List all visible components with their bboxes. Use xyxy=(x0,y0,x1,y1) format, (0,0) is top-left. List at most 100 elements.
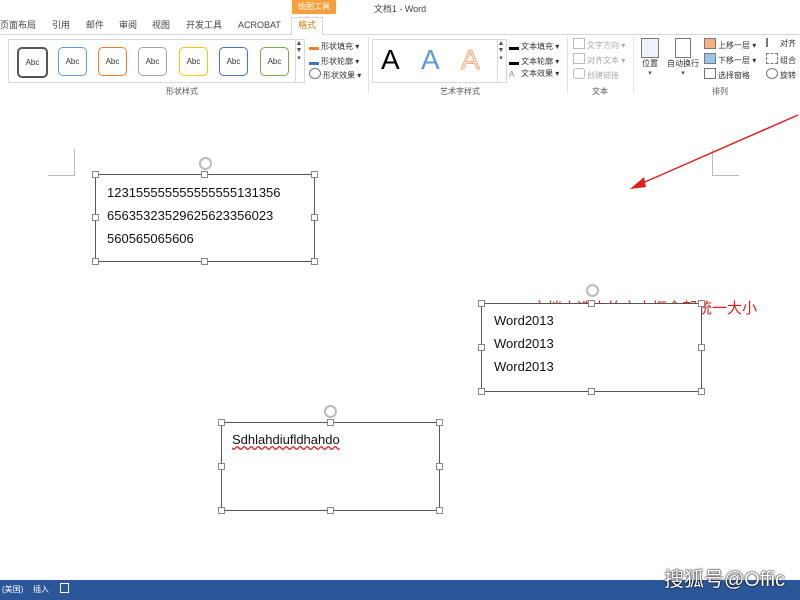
ribbon-tabs: 页面布局 引用 邮件 审阅 视图 开发工具 ACROBAT 格式 xyxy=(0,16,800,36)
resize-handle[interactable] xyxy=(478,300,485,307)
text-effects-label: 文本效果 xyxy=(521,69,553,78)
text-fill-icon xyxy=(509,38,519,50)
resize-handle[interactable] xyxy=(698,300,705,307)
text-outline-button[interactable]: 文本轮廓 ▾ xyxy=(509,53,559,66)
page-corner-mark xyxy=(48,149,75,176)
group-icon xyxy=(766,53,778,64)
wordart-style-black[interactable]: A xyxy=(381,44,400,76)
shape-fill-button[interactable]: 形状填充 ▾ xyxy=(309,38,359,51)
shape-effects-label: 形状效果 xyxy=(323,71,355,80)
rotate-handle[interactable] xyxy=(586,284,599,297)
group-label: 组合 xyxy=(780,56,796,65)
shape-style-swatch[interactable]: Abc xyxy=(179,47,208,76)
shape-styles-group-label: 形状样式 xyxy=(166,87,198,96)
resize-handle[interactable] xyxy=(311,214,318,221)
tab-references[interactable]: 引用 xyxy=(52,18,70,32)
resize-handle[interactable] xyxy=(201,258,208,265)
position-button[interactable]: 位置 ▾ xyxy=(638,38,662,77)
wordart-style-orange-outline[interactable]: A xyxy=(461,44,481,76)
resize-handle[interactable] xyxy=(478,388,485,395)
text-effects-button[interactable]: A 文本效果 ▾ xyxy=(509,68,559,80)
text-box-line: Word2013 xyxy=(494,313,554,328)
selection-pane-button[interactable]: 选择窗格 xyxy=(704,68,750,80)
tab-view[interactable]: 视图 xyxy=(152,18,170,32)
gallery-more-button[interactable]: ▲ ▼ ▾ xyxy=(294,39,305,83)
create-link-button[interactable]: 创建链接 xyxy=(573,68,619,80)
shape-style-swatch[interactable]: Abc xyxy=(58,47,87,76)
resize-handle[interactable] xyxy=(92,171,99,178)
pencil-icon xyxy=(309,53,319,65)
resize-handle[interactable] xyxy=(327,419,334,426)
resize-handle[interactable] xyxy=(436,419,443,426)
text-outline-icon xyxy=(509,53,519,65)
text-direction-button[interactable]: 文字方向 ▾ xyxy=(573,38,625,50)
text-box-line: Word2013 xyxy=(494,336,554,351)
shape-style-swatch[interactable]: Abc xyxy=(17,47,48,78)
macro-record-icon[interactable] xyxy=(60,583,69,593)
text-direction-label: 文字方向 xyxy=(587,41,619,50)
shape-style-swatch[interactable]: Abc xyxy=(98,47,127,76)
ribbon: Abc Abc Abc Abc Abc Abc Abc ▲ ▼ ▾ 形状填充 ▾ 形… xyxy=(0,35,800,98)
shape-effects-button[interactable]: 形状效果 ▾ xyxy=(309,68,361,80)
group-divider xyxy=(633,37,634,93)
wordart-gallery-more-button[interactable]: ▲ ▼ ▾ xyxy=(496,39,507,83)
text-direction-icon xyxy=(573,38,585,49)
align-button[interactable]: 对齐 xyxy=(766,38,796,50)
resize-handle[interactable] xyxy=(92,258,99,265)
text-outline-label: 文本轮廓 xyxy=(521,57,553,66)
text-box-line: Sdhlahdiufldhahdo xyxy=(232,432,340,447)
resize-handle[interactable] xyxy=(218,463,225,470)
tab-page-layout[interactable]: 页面布局 xyxy=(0,18,36,32)
tab-format[interactable]: 格式 xyxy=(291,17,324,36)
text-fill-button[interactable]: 文本填充 ▾ xyxy=(509,38,559,51)
resize-handle[interactable] xyxy=(92,214,99,221)
shape-style-swatch[interactable]: Abc xyxy=(138,47,167,76)
resize-handle[interactable] xyxy=(311,258,318,265)
tab-mailings[interactable]: 邮件 xyxy=(86,18,104,32)
resize-handle[interactable] xyxy=(698,388,705,395)
tab-acrobat[interactable]: ACROBAT xyxy=(238,18,281,32)
position-icon xyxy=(641,38,659,58)
align-text-button[interactable]: 对齐文本 ▾ xyxy=(573,53,625,65)
send-backward-icon xyxy=(704,53,716,64)
bring-forward-label: 上移一层 xyxy=(718,41,750,50)
tab-developer[interactable]: 开发工具 xyxy=(186,18,222,32)
shape-style-swatch[interactable]: Abc xyxy=(260,47,289,76)
send-backward-button[interactable]: 下移一层 ▾ xyxy=(704,53,756,65)
text-box-1[interactable]: 123155555555555555131356 656353235296256… xyxy=(95,174,315,262)
group-divider xyxy=(567,37,568,93)
text-box-3[interactable]: Sdhlahdiufldhahdo xyxy=(221,422,440,511)
wrap-text-button[interactable]: 自动换行 ▾ xyxy=(666,38,700,77)
shape-outline-button[interactable]: 形状轮廓 ▾ xyxy=(309,53,359,66)
send-backward-label: 下移一层 xyxy=(718,56,750,65)
document-canvas[interactable]: 123155555555555555131356 656353235296256… xyxy=(0,97,800,580)
wrap-text-label: 自动换行 xyxy=(667,59,699,68)
rotate-handle[interactable] xyxy=(199,157,212,170)
shape-style-swatch[interactable]: Abc xyxy=(219,47,248,76)
resize-handle[interactable] xyxy=(698,344,705,351)
text-box-2[interactable]: Word2013 Word2013 Word2013 xyxy=(481,303,702,392)
resize-handle[interactable] xyxy=(588,300,595,307)
bring-forward-button[interactable]: 上移一层 ▾ xyxy=(704,38,756,50)
group-button[interactable]: 组合 xyxy=(766,53,796,65)
tab-review[interactable]: 审阅 xyxy=(119,18,137,32)
rotate-button[interactable]: 旋转 xyxy=(766,68,796,80)
resize-handle[interactable] xyxy=(218,419,225,426)
insert-mode-status[interactable]: 插入 xyxy=(33,584,49,595)
link-icon xyxy=(573,68,585,79)
wordart-style-blue[interactable]: A xyxy=(421,44,440,76)
resize-handle[interactable] xyxy=(588,388,595,395)
rotate-handle[interactable] xyxy=(324,405,337,418)
resize-handle[interactable] xyxy=(218,507,225,514)
resize-handle[interactable] xyxy=(327,507,334,514)
resize-handle[interactable] xyxy=(436,507,443,514)
selection-pane-label: 选择窗格 xyxy=(718,71,750,80)
resize-handle[interactable] xyxy=(436,463,443,470)
language-status[interactable]: (美国) xyxy=(2,584,23,595)
wrap-text-icon xyxy=(675,38,691,58)
text-fill-label: 文本填充 xyxy=(521,42,553,51)
shape-outline-label: 形状轮廓 xyxy=(321,57,353,66)
resize-handle[interactable] xyxy=(478,344,485,351)
resize-handle[interactable] xyxy=(311,171,318,178)
resize-handle[interactable] xyxy=(201,171,208,178)
